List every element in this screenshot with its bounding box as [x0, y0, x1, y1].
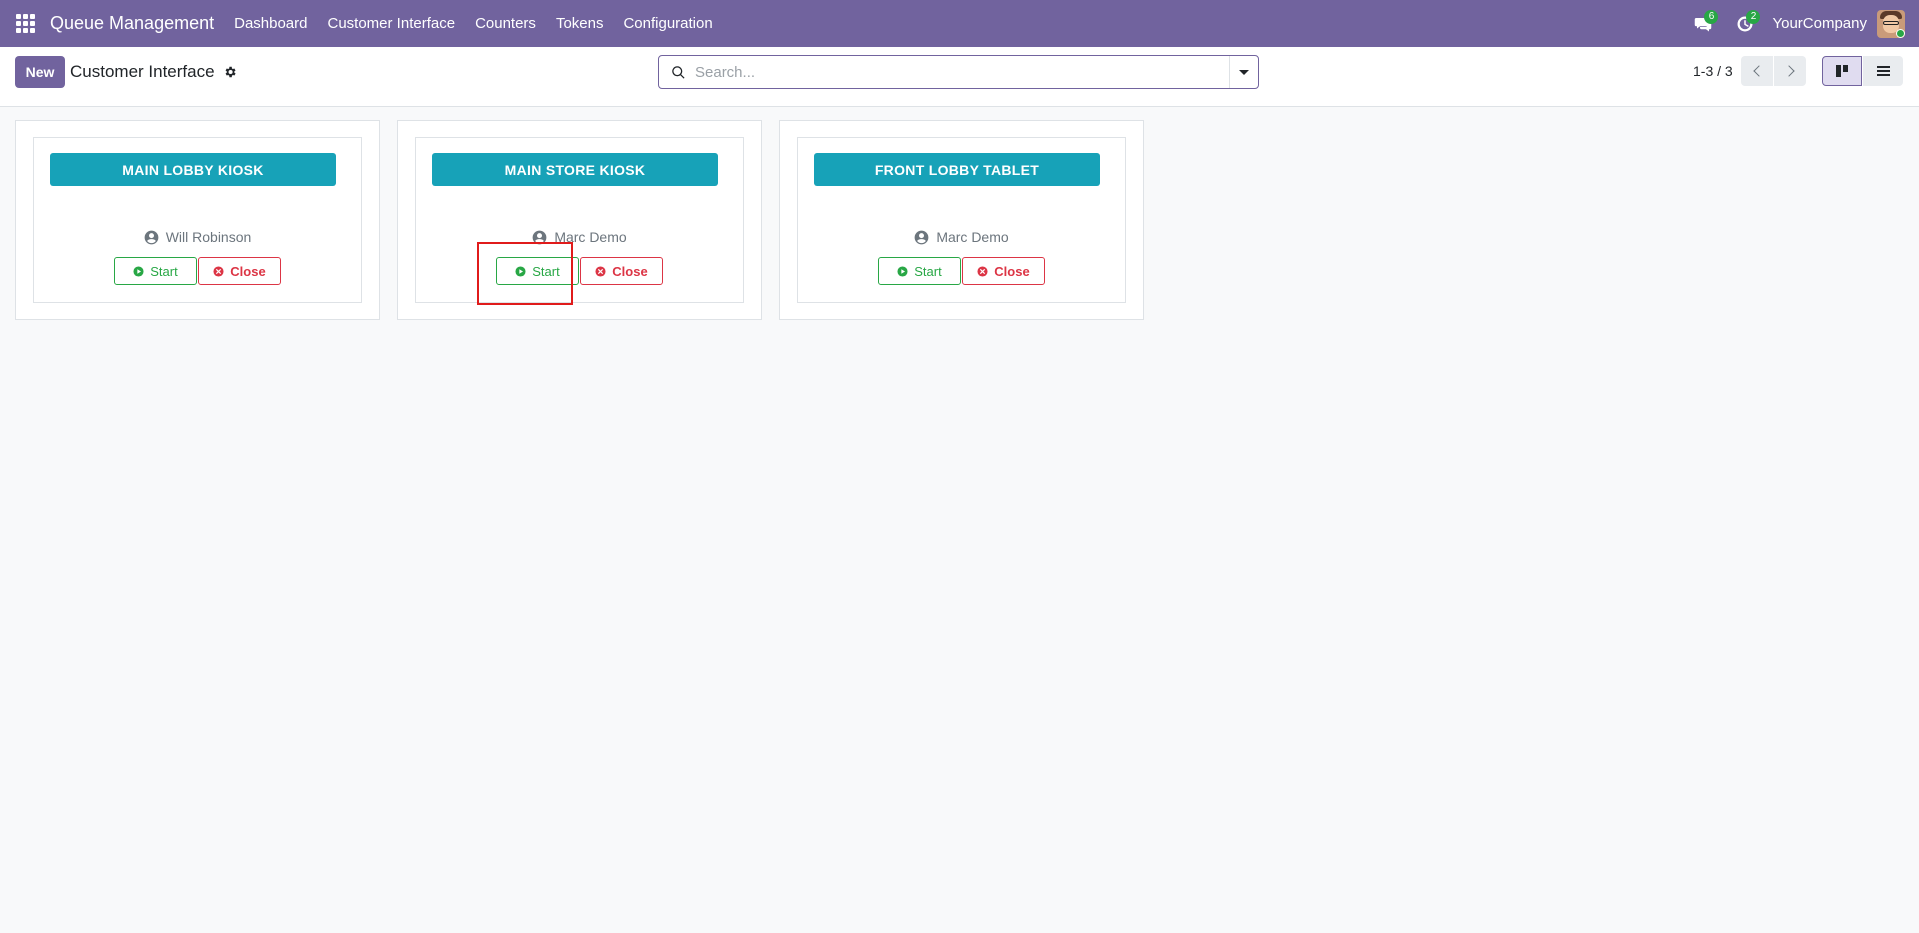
menu-customer-interface[interactable]: Customer Interface	[328, 15, 456, 32]
close-button-label: Close	[230, 263, 266, 279]
record-title: MAIN LOBBY KIOSK	[50, 153, 336, 186]
new-button[interactable]: New	[15, 56, 65, 88]
chevron-left-icon	[1752, 65, 1765, 77]
pager-next-button[interactable]	[1774, 56, 1806, 86]
close-button-label: Close	[994, 263, 1030, 279]
close-button[interactable]: Close	[962, 257, 1045, 285]
menu-dashboard[interactable]: Dashboard	[234, 15, 307, 32]
chevron-right-icon	[1782, 65, 1795, 77]
times-circle-icon	[977, 265, 988, 277]
top-navbar: Queue Management Dashboard Customer Inte…	[0, 0, 1919, 47]
control-panel: New Customer Interface 1-3 / 3	[0, 47, 1919, 107]
menu-tokens[interactable]: Tokens	[556, 15, 604, 32]
messages-icon[interactable]: 6	[1682, 0, 1724, 47]
start-button[interactable]: Start	[878, 257, 961, 285]
list-view-button[interactable]	[1863, 56, 1903, 86]
pager-previous-button[interactable]	[1741, 56, 1773, 86]
apps-menu-icon[interactable]	[0, 0, 50, 47]
user-circle-icon	[532, 230, 547, 245]
app-name[interactable]: Queue Management	[50, 13, 214, 34]
record-user-name: Will Robinson	[165, 229, 252, 245]
start-button-label: Start	[532, 263, 560, 279]
times-circle-icon	[213, 265, 224, 277]
menu-configuration[interactable]: Configuration	[623, 15, 712, 32]
kanban-record[interactable]: FRONT LOBBY TABLET Marc Demo Start Close	[779, 120, 1144, 320]
record-title: FRONT LOBBY TABLET	[814, 153, 1100, 186]
close-button-label: Close	[612, 263, 648, 279]
activities-clock-icon[interactable]: 2	[1724, 0, 1766, 47]
start-button-label: Start	[150, 263, 178, 279]
search-input[interactable]	[695, 61, 1215, 83]
record-user-name: Marc Demo	[936, 229, 1009, 245]
start-button[interactable]: Start	[114, 257, 197, 285]
play-circle-icon	[897, 265, 908, 277]
user-circle-icon	[144, 230, 159, 245]
close-button[interactable]: Close	[580, 257, 663, 285]
online-status-icon	[1896, 28, 1905, 38]
record-user: Will Robinson	[34, 229, 361, 245]
kanban-record[interactable]: MAIN LOBBY KIOSK Will Robinson Start Clo…	[15, 120, 380, 320]
messages-badge: 6	[1704, 10, 1719, 24]
play-circle-icon	[133, 265, 144, 277]
search-icon	[671, 65, 687, 81]
systray: 6 2 YourCompany	[1682, 0, 1919, 47]
menu-counters[interactable]: Counters	[475, 15, 536, 32]
record-title: MAIN STORE KIOSK	[432, 153, 718, 186]
search-bar	[658, 55, 1259, 89]
kanban-view-button[interactable]	[1822, 56, 1862, 86]
search-options-toggle[interactable]	[1229, 56, 1258, 88]
page-title: Customer Interface	[70, 62, 215, 81]
kanban-icon	[1836, 65, 1848, 77]
user-avatar[interactable]	[1877, 9, 1905, 38]
user-circle-icon	[914, 230, 929, 245]
company-switcher[interactable]: YourCompany	[1772, 15, 1867, 32]
kanban-record[interactable]: MAIN STORE KIOSK Marc Demo Start Close	[397, 120, 762, 320]
chevron-down-icon	[1239, 69, 1249, 75]
record-user: Marc Demo	[798, 229, 1125, 245]
list-icon	[1876, 66, 1890, 76]
gear-icon[interactable]	[223, 65, 237, 79]
start-button-label: Start	[914, 263, 942, 279]
pager-value[interactable]: 1-3 / 3	[1693, 63, 1733, 79]
record-user: Marc Demo	[416, 229, 743, 245]
close-button[interactable]: Close	[198, 257, 281, 285]
record-user-name: Marc Demo	[554, 229, 627, 245]
activities-badge: 2	[1746, 10, 1761, 24]
kanban-view: MAIN LOBBY KIOSK Will Robinson Start Clo…	[15, 120, 1144, 320]
start-button[interactable]: Start	[496, 257, 579, 285]
times-circle-icon	[595, 265, 606, 277]
play-circle-icon	[515, 265, 526, 277]
